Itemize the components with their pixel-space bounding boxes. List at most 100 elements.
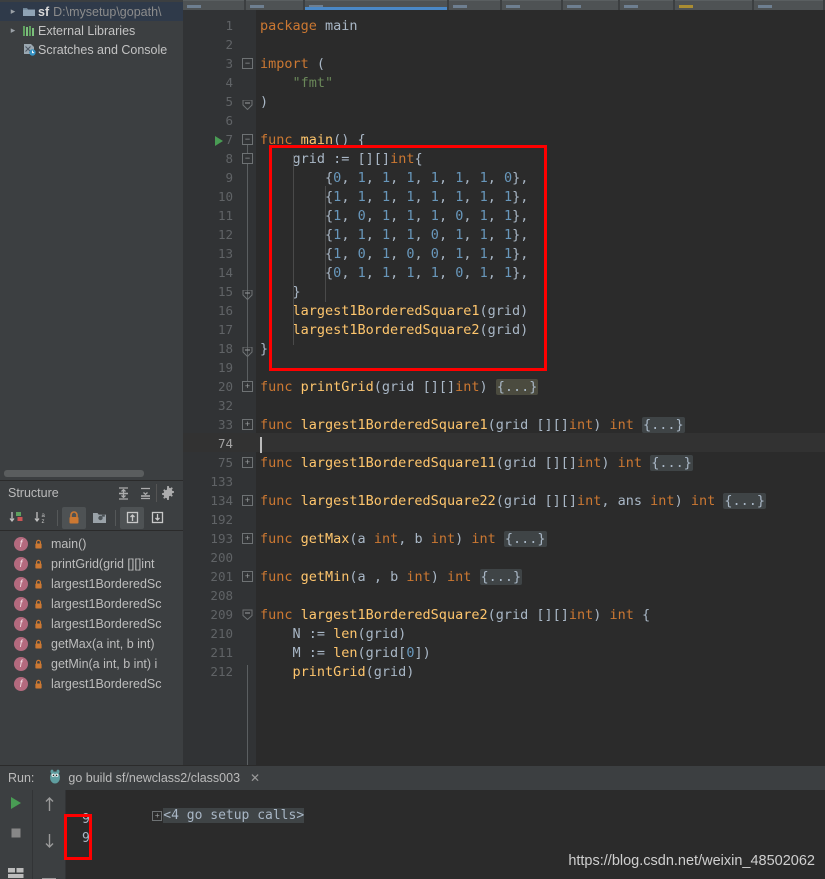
rerun-icon[interactable] (7, 794, 25, 817)
code-line[interactable]: {1, 0, 1, 0, 0, 1, 1, 1}, (325, 246, 528, 262)
fold-toggle-closed[interactable]: + (242, 419, 253, 430)
editor-tab[interactable] (246, 0, 304, 10)
code-line[interactable]: printGrid(grid) (293, 664, 415, 680)
code-line[interactable]: func largest1BorderedSquare2(grid [][]in… (260, 607, 650, 623)
code-line[interactable]: largest1BorderedSquare1(grid) (293, 303, 529, 319)
editor-tab[interactable] (448, 0, 501, 10)
fold-toggle-open[interactable] (242, 609, 253, 621)
code-line[interactable]: largest1BorderedSquare2(grid) (293, 322, 529, 338)
structure-item[interactable]: f printGrid(grid [][]int (0, 554, 183, 574)
chevron-right-icon[interactable]: ▸ (6, 25, 20, 36)
layout-icon[interactable] (7, 866, 25, 879)
gear-icon[interactable] (157, 483, 179, 503)
close-icon[interactable]: ✕ (250, 771, 260, 785)
fold-toggle-open[interactable]: − (242, 134, 253, 145)
structure-item[interactable]: f getMin(a int, b int) i (0, 654, 183, 674)
code-line[interactable]: func largest1BorderedSquare11(grid [][]i… (260, 455, 693, 471)
expand-icon[interactable]: + (152, 811, 163, 821)
code-line[interactable]: func largest1BorderedSquare1(grid [][]in… (260, 417, 685, 433)
show-inherited-icon[interactable] (120, 506, 144, 529)
up-arrow-icon[interactable] (42, 796, 57, 818)
folded-block-placeholder[interactable]: {...} (503, 531, 547, 547)
structure-item[interactable]: f main() (0, 534, 183, 554)
editor-tab[interactable] (563, 0, 619, 10)
code-line[interactable]: ) (260, 94, 268, 110)
code-line[interactable]: {1, 0, 1, 1, 1, 0, 1, 1}, (325, 208, 528, 224)
run-gutter-icon[interactable] (215, 136, 223, 146)
code-line[interactable]: func getMin(a , b int) int {...} (260, 569, 523, 585)
code-token: }, (512, 208, 529, 224)
collapse-all-icon[interactable] (134, 483, 156, 503)
chevron-right-icon[interactable]: ▸ (6, 6, 20, 17)
code-line[interactable]: {1, 1, 1, 1, 1, 1, 1, 1}, (325, 189, 528, 205)
code-token: , (438, 170, 456, 186)
editor-code-area[interactable]: package main import ( "fmt") func main() { g… (256, 10, 825, 765)
editor-tab[interactable] (183, 0, 245, 10)
editor-tab-modified[interactable] (675, 0, 753, 10)
tree-item-module[interactable]: ▸ sf D:\mysetup\gopath\ (0, 2, 183, 21)
expand-all-icon[interactable] (112, 483, 134, 503)
folded-block-placeholder[interactable]: {...} (495, 379, 539, 395)
folded-block-placeholder[interactable]: {...} (723, 493, 766, 509)
folded-block-placeholder[interactable]: {...} (642, 417, 685, 433)
editor-tab-active[interactable] (305, 0, 447, 10)
down-arrow-icon[interactable] (42, 832, 57, 854)
line-number: 7 (225, 132, 233, 147)
project-tree[interactable]: ▸ sf D:\mysetup\gopath\ ▸ External Libra… (0, 0, 183, 466)
project-horizontal-scrollbar[interactable] (4, 470, 179, 477)
tree-item-scratches[interactable]: Scratches and Console (0, 40, 183, 59)
fold-toggle-closed[interactable]: + (242, 571, 253, 582)
show-non-public-icon[interactable] (62, 506, 86, 529)
fold-toggle-end[interactable] (242, 97, 253, 111)
code-line[interactable]: func printGrid(grid [][]int) {...} (260, 379, 539, 395)
run-configuration-tab[interactable]: go build sf/newclass2/class003 ✕ (44, 767, 266, 792)
code-line[interactable]: func main() { (260, 132, 366, 148)
code-line[interactable]: import ( (260, 56, 325, 72)
run-nav-toolbar[interactable] (33, 790, 66, 879)
fold-toggle-closed[interactable]: + (242, 381, 253, 392)
fold-toggle-open[interactable]: − (242, 58, 253, 69)
structure-item[interactable]: f largest1BorderedSc (0, 674, 183, 694)
fold-toggle-closed[interactable]: + (242, 495, 253, 506)
structure-list[interactable]: f main() f printGrid(grid [][]int f larg… (0, 531, 183, 694)
code-line[interactable]: M := len(grid[0]) (293, 645, 431, 661)
stop-icon[interactable] (8, 825, 24, 846)
code-line[interactable]: grid := [][]int{ (293, 151, 423, 167)
code-token: int (609, 417, 634, 433)
code-line[interactable]: package main (260, 18, 358, 34)
fold-toggle-end[interactable] (242, 344, 253, 358)
folded-block-placeholder[interactable]: {...} (479, 569, 523, 585)
console-collapsed-frames[interactable]: + <4 go setup calls> (74, 793, 305, 838)
editor-tab-strip[interactable] (183, 0, 825, 10)
show-anonymous-icon[interactable] (145, 507, 169, 529)
editor-tab[interactable] (502, 0, 562, 10)
structure-item[interactable]: f getMax(a int, b int) (0, 634, 183, 654)
structure-item[interactable]: f largest1BorderedSc (0, 614, 183, 634)
run-side-toolbar[interactable] (0, 790, 33, 879)
code-line[interactable]: {0, 1, 1, 1, 1, 0, 1, 1}, (325, 265, 528, 281)
folded-block-placeholder[interactable]: {...} (650, 455, 693, 471)
code-line[interactable]: {0, 1, 1, 1, 1, 1, 1, 0}, (325, 170, 528, 186)
code-editor[interactable]: package main import ( "fmt") func main() { g… (183, 10, 825, 765)
code-line[interactable]: } (293, 284, 301, 300)
structure-item[interactable]: f largest1BorderedSc (0, 574, 183, 594)
show-fields-icon[interactable] (87, 507, 111, 529)
code-line[interactable]: "fmt" (293, 75, 334, 91)
fold-toggle-end[interactable] (242, 287, 253, 301)
sort-alphabetically-icon[interactable]: a z (29, 507, 53, 529)
structure-toolbar[interactable]: a z (0, 505, 183, 531)
code-line[interactable]: func getMax(a int, b int) int {...} (260, 531, 547, 547)
editor-tab[interactable] (754, 0, 823, 10)
code-line[interactable]: func largest1BorderedSquare22(grid [][]i… (260, 493, 766, 509)
code-line[interactable]: {1, 1, 1, 1, 0, 1, 1, 1}, (325, 227, 528, 243)
code-line[interactable]: } (260, 341, 268, 357)
code-token: ) (674, 493, 691, 509)
editor-tab[interactable] (620, 0, 674, 10)
fold-toggle-closed[interactable]: + (242, 533, 253, 544)
structure-item[interactable]: f largest1BorderedSc (0, 594, 183, 614)
tree-item-external-libraries[interactable]: ▸ External Libraries (0, 21, 183, 40)
sort-by-visibility-icon[interactable] (4, 507, 28, 529)
fold-toggle-closed[interactable]: + (242, 457, 253, 468)
code-line[interactable]: N := len(grid) (293, 626, 407, 642)
fold-toggle-open[interactable]: − (242, 153, 253, 164)
